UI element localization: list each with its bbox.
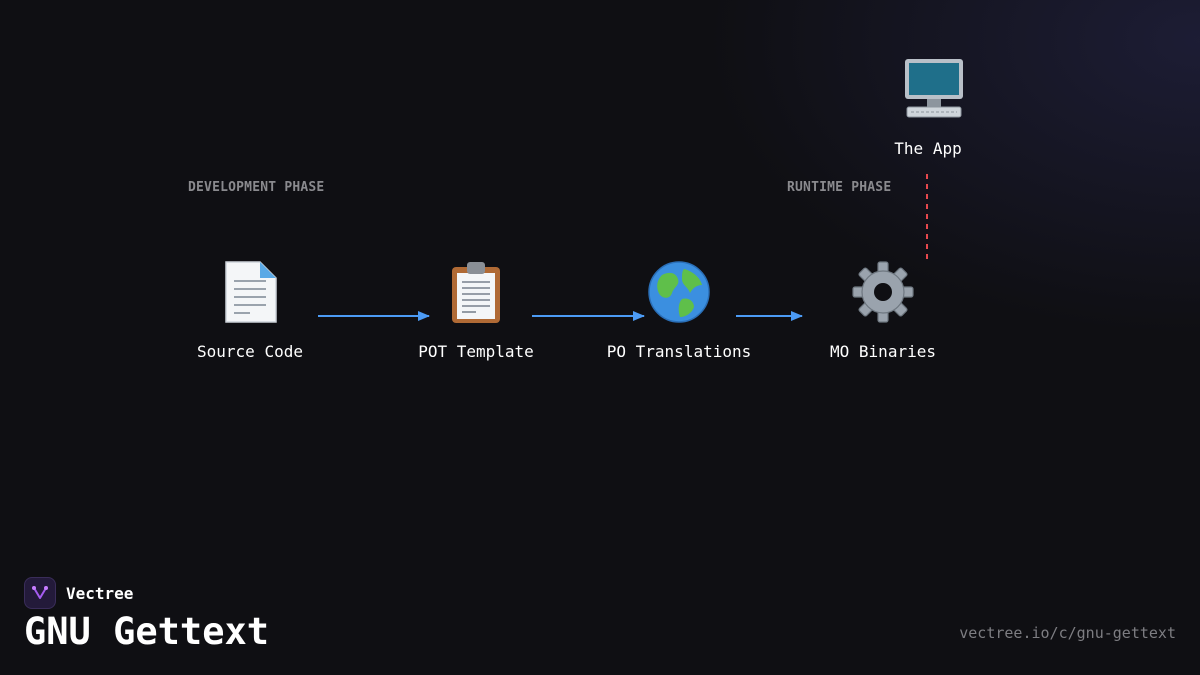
page-title: GNU Gettext <box>24 610 270 653</box>
clipboard-icon <box>440 256 512 328</box>
globe-icon <box>643 256 715 328</box>
the-app-label: The App <box>894 139 962 158</box>
pot-template-label: POT Template <box>418 342 534 361</box>
source-url[interactable]: vectree.io/c/gnu-gettext <box>959 624 1176 642</box>
brand-name: Vectree <box>66 583 134 603</box>
vectree-logo-icon <box>24 577 56 609</box>
brand: Vectree <box>24 577 133 609</box>
flow-edges <box>318 174 928 321</box>
po-translations-label: PO Translations <box>606 342 752 361</box>
mo-binaries-label: MO Binaries <box>830 342 936 361</box>
gear-icon <box>847 256 919 328</box>
source-code-label: Source Code <box>197 342 303 361</box>
document-icon <box>214 256 286 328</box>
computer-icon <box>898 52 970 124</box>
